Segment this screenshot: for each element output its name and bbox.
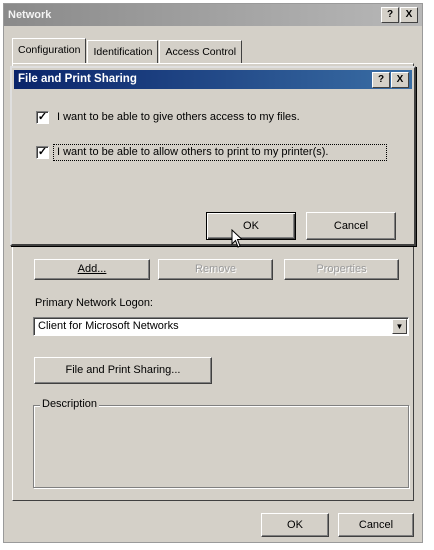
file-print-sharing-dialog: File and Print Sharing ? X ✓ I want to b… xyxy=(10,66,416,248)
share-files-checkbox[interactable]: ✓ xyxy=(36,111,49,124)
share-files-label[interactable]: I want to be able to give others access … xyxy=(57,111,300,123)
cancel-button[interactable]: Cancel xyxy=(338,513,414,537)
add-button[interactable]: Add... xyxy=(34,259,150,280)
dialog-cancel-label: Cancel xyxy=(333,220,369,232)
properties-button[interactable]: Properties xyxy=(284,259,399,280)
dropdown-arrow-icon[interactable]: ▼ xyxy=(392,319,407,334)
window-title: Network xyxy=(8,9,52,21)
dialog-close-button[interactable]: X xyxy=(391,72,409,88)
dialog-titlebar[interactable]: File and Print Sharing ? X xyxy=(14,70,412,89)
primary-logon-value: Client for Microsoft Networks xyxy=(38,320,179,332)
tab-access-control[interactable]: Access Control xyxy=(159,40,243,63)
dialog-help-button[interactable]: ? xyxy=(372,72,390,88)
dialog-title: File and Print Sharing xyxy=(18,73,137,85)
primary-logon-label: Primary Network Logon: xyxy=(35,297,153,309)
share-printers-label[interactable]: I want to be able to allow others to pri… xyxy=(57,146,328,158)
mouse-pointer-icon xyxy=(231,229,244,248)
remove-button-label: Remove xyxy=(195,263,236,275)
remove-button[interactable]: Remove xyxy=(158,259,273,280)
file-print-sharing-button[interactable]: File and Print Sharing... xyxy=(34,357,212,384)
ok-button-label: OK xyxy=(287,519,303,531)
ok-button[interactable]: OK xyxy=(261,513,329,537)
description-label: Description xyxy=(40,398,100,410)
window-titlebar[interactable]: Network ? X xyxy=(4,4,422,26)
add-button-label: Add... xyxy=(77,263,107,275)
tab-configuration[interactable]: Configuration xyxy=(12,38,87,63)
description-group: Description xyxy=(33,398,409,488)
properties-button-label: Properties xyxy=(316,263,367,275)
help-button[interactable]: ? xyxy=(381,7,399,23)
tab-identification[interactable]: Identification xyxy=(87,40,159,63)
cancel-button-label: Cancel xyxy=(358,519,394,531)
dialog-ok-button[interactable]: OK xyxy=(206,212,296,240)
close-button[interactable]: X xyxy=(400,7,418,23)
tab-strip: Configuration Identification Access Cont… xyxy=(12,38,243,63)
dialog-ok-label: OK xyxy=(243,220,259,232)
file-print-sharing-label: File and Print Sharing... xyxy=(65,364,181,376)
dialog-cancel-button[interactable]: Cancel xyxy=(306,212,396,240)
primary-logon-select[interactable]: Client for Microsoft Networks ▼ xyxy=(33,317,409,336)
share-printers-checkbox[interactable]: ✓ xyxy=(36,146,49,159)
